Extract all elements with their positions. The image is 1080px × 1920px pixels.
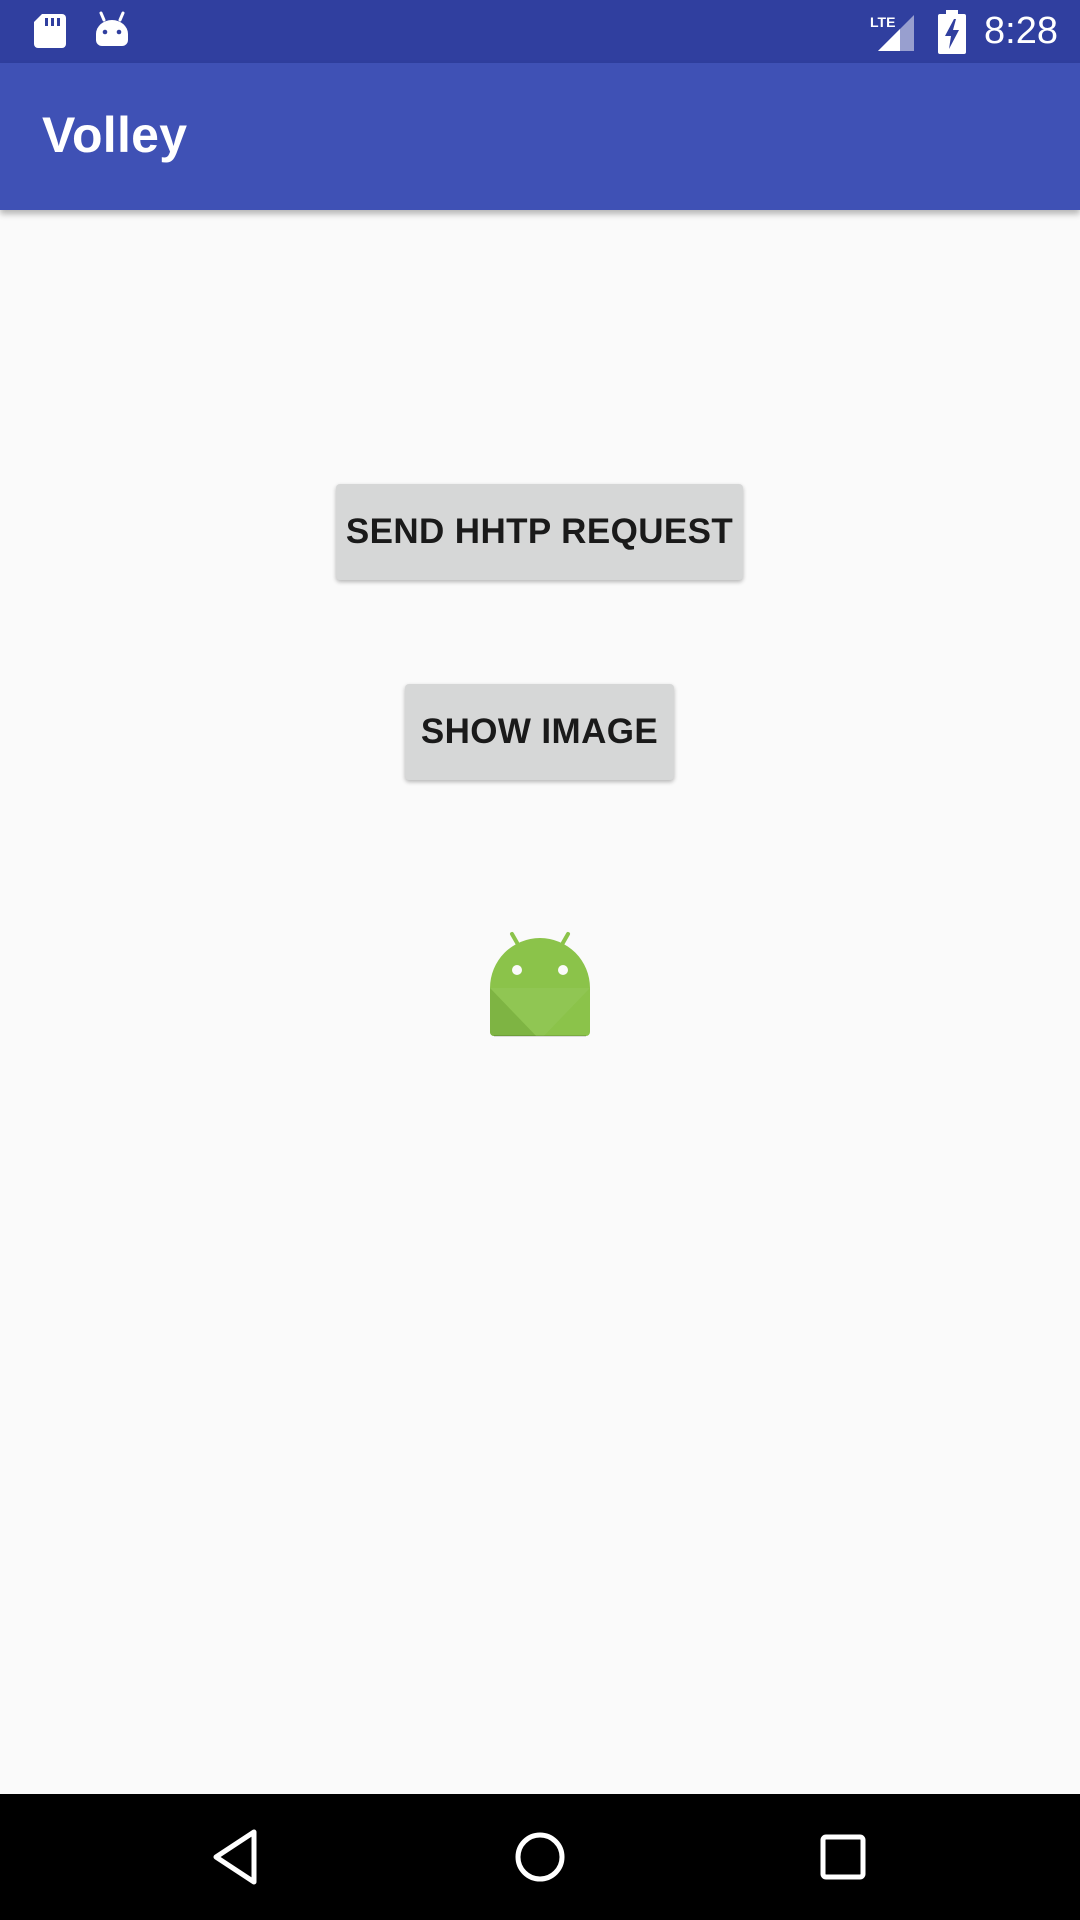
app-title: Volley [42,107,188,163]
send-http-request-button[interactable]: SEND HHTP REQUEST [336,484,743,580]
android-notification-icon [96,11,128,46]
android-robot-icon [490,932,590,1037]
show-image-button[interactable]: SHOW IMAGE [405,684,674,780]
app-screen: LTE 8:28 Volley SEND HHTP REQUEST SHOW I… [0,0,1080,1920]
app-bar: Volley [0,63,1080,210]
home-icon[interactable] [507,1824,573,1890]
status-right-group: LTE 8:28 [870,0,1058,63]
recents-icon[interactable] [810,1824,876,1890]
lte-signal-icon: LTE [870,14,915,51]
sd-card-icon [34,14,66,48]
main-content: SEND HHTP REQUEST SHOW IMAGE [0,210,1080,1794]
battery-charging-icon [938,9,967,54]
status-bar: LTE 8:28 [0,0,1080,63]
status-time: 8:28 [984,10,1058,52]
network-type-label: LTE [870,14,895,30]
navigation-bar [0,1794,1080,1920]
back-icon[interactable] [204,1824,270,1890]
